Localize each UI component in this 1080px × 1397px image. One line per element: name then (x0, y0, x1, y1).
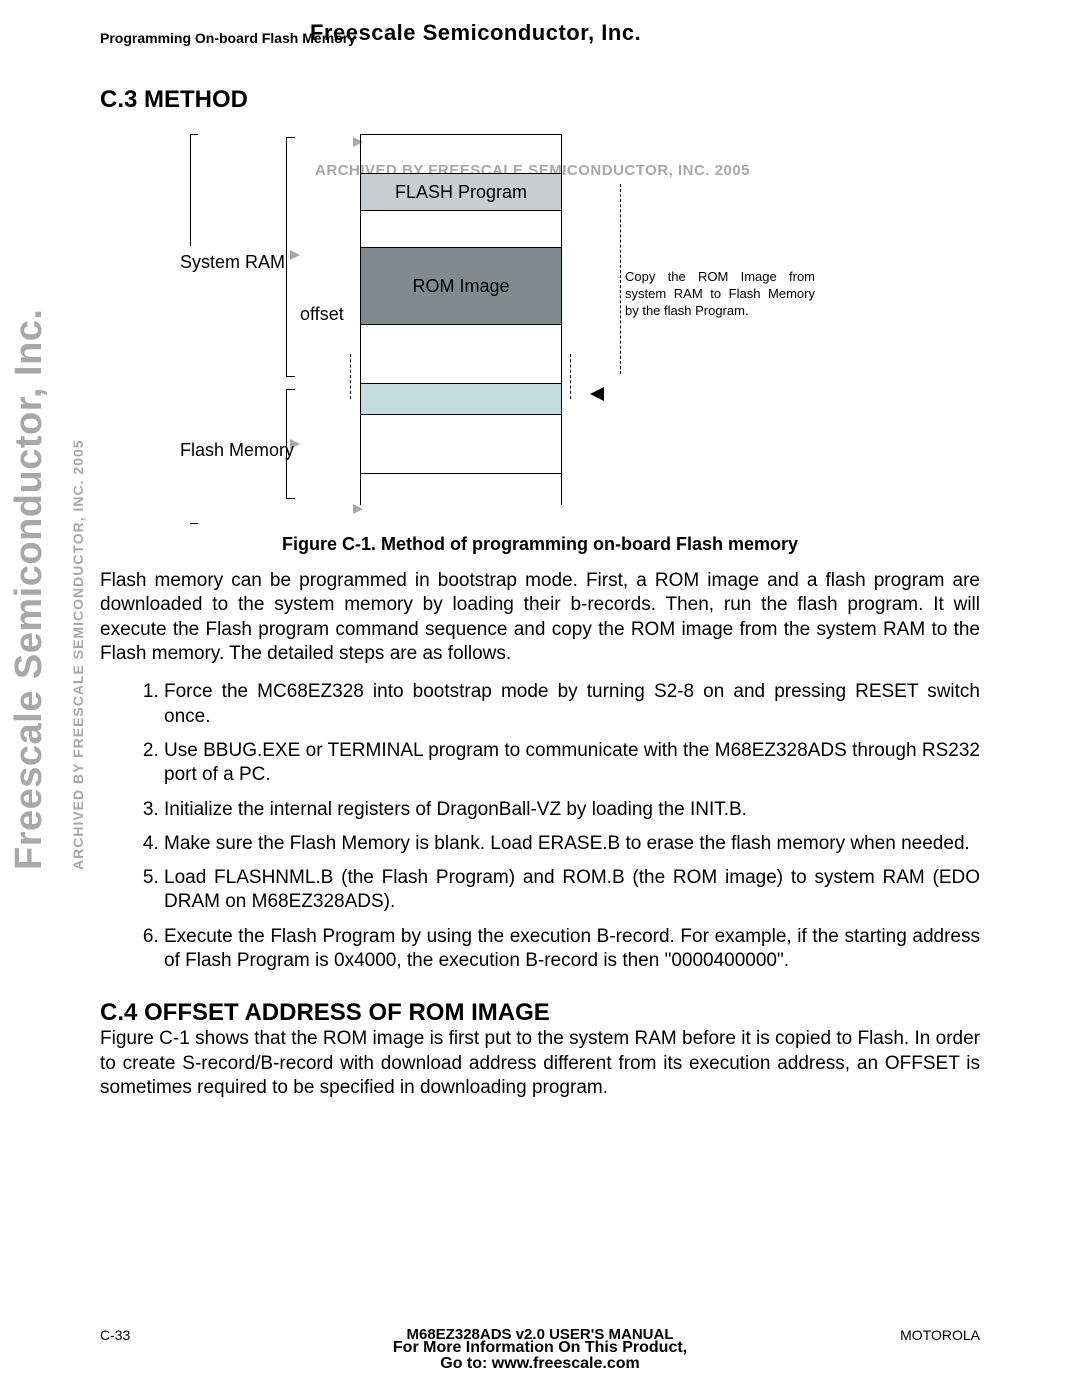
list-item: Make sure the Flash Memory is blank. Loa… (164, 832, 980, 856)
section-c4-heading: C.4 OFFSET ADDRESS OF ROM IMAGE (100, 999, 980, 1027)
list-item: Initialize the internal registers of Dra… (164, 798, 980, 822)
figure-caption: Figure C-1. Method of programming on-boa… (100, 534, 980, 555)
arrow-left-icon (590, 387, 604, 401)
mem-row-flash-target (361, 384, 561, 415)
arrow-icon (290, 250, 300, 260)
side-watermark-small: ARCHIVED BY FREESCALE SEMICONDUCTOR, INC… (70, 439, 86, 870)
mem-row-blank (361, 325, 561, 384)
bracket-system-ram (286, 137, 287, 377)
diagram-note: Copy the ROM Image from system RAM to Fl… (625, 269, 815, 320)
page-content: Programming On-board Flash Memory Freesc… (100, 30, 980, 1100)
mem-row-rom-image: ROM Image (361, 248, 561, 325)
steps-list: Force the MC68EZ328 into bootstrap mode … (100, 680, 980, 973)
label-offset: offset (300, 304, 344, 325)
header-overlay: Freescale Semiconductor, Inc. (310, 20, 641, 46)
dashed-connector (350, 354, 351, 399)
memory-stack: FLASH Program ROM Image (360, 134, 562, 505)
mem-row-flash-program: FLASH Program (361, 174, 561, 211)
label-flash-memory: Flash Memory (180, 440, 294, 461)
mem-row-blank (361, 415, 561, 474)
paragraph-c4: Figure C-1 shows that the ROM image is f… (100, 1027, 980, 1100)
list-item: Execute the Flash Program by using the e… (164, 925, 980, 974)
memory-diagram: ARCHIVED BY FREESCALE SEMICONDUCTOR, INC… (190, 134, 890, 524)
page-header: Programming On-board Flash Memory Freesc… (100, 30, 980, 46)
side-watermark-large: Freescale Semiconductor, Inc. (8, 309, 51, 871)
section-c3-heading: C.3 METHOD (100, 86, 980, 114)
paragraph-c3: Flash memory can be programmed in bootst… (100, 569, 980, 666)
footer-goto: Go to: www.freescale.com (100, 1355, 980, 1373)
list-item: Force the MC68EZ328 into bootstrap mode … (164, 680, 980, 729)
mem-row-blank (361, 135, 561, 174)
list-item: Use BBUG.EXE or TERMINAL program to comm… (164, 739, 980, 788)
list-item: Load FLASHNML.B (the Flash Program) and … (164, 866, 980, 915)
dashed-connector (620, 184, 621, 374)
dashed-connector (570, 354, 571, 399)
mem-row-blank (361, 474, 561, 512)
label-system-ram: System RAM (180, 252, 285, 273)
mem-row-blank (361, 211, 561, 248)
